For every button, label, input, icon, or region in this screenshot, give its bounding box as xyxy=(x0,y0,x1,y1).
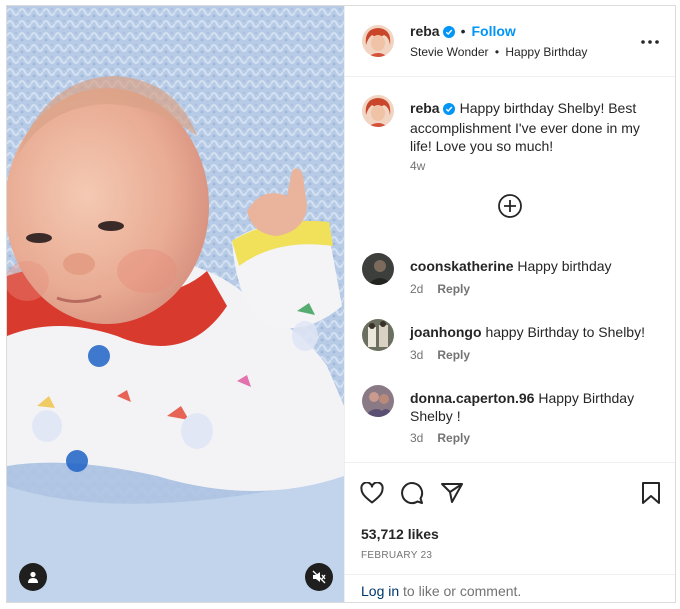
verified-badge-icon xyxy=(442,101,455,119)
user-tag-icon[interactable] xyxy=(19,563,47,591)
muted-speaker-icon[interactable] xyxy=(305,563,333,591)
like-count[interactable]: 53,712 likes xyxy=(361,526,439,542)
comment-age[interactable]: 2d xyxy=(410,282,423,296)
caption-row: reba Happy birthday Shelby! Best accompli… xyxy=(345,95,675,185)
audio-location-line: Stevie Wonder • Happy Birthday xyxy=(410,45,587,59)
post-actions: 53,712 likes FEBRUARY 23 Log in to like … xyxy=(345,462,675,602)
comment-row: coonskatherine Happy birthday 2d Reply xyxy=(345,253,675,301)
comment-username[interactable]: joanhongo xyxy=(410,324,482,340)
comment-meta: 2d Reply xyxy=(410,282,470,296)
comment-body: Happy birthday xyxy=(517,258,612,274)
login-link[interactable]: Log in xyxy=(361,583,399,599)
audio-link[interactable]: Stevie Wonder xyxy=(410,45,489,59)
plus-circle-icon[interactable] xyxy=(497,193,523,219)
comment-username[interactable]: coonskatherine xyxy=(410,258,513,274)
location-link[interactable]: Happy Birthday xyxy=(505,45,587,59)
comment-icon[interactable] xyxy=(399,480,425,506)
reply-button[interactable]: Reply xyxy=(437,348,470,362)
post-details-panel: reba • Follow Stevie Wonder • Happy Birthd… xyxy=(344,6,675,602)
comment-row: donna.caperton.96 Happy Birthday Shelby … xyxy=(345,385,675,451)
comment-username[interactable]: donna.caperton.96 xyxy=(410,390,534,406)
reply-button[interactable]: Reply xyxy=(437,282,470,296)
login-prompt-text: to like or comment. xyxy=(403,583,522,599)
comment-row: joanhongo happy Birthday to Shelby! 3d Re… xyxy=(345,319,675,367)
post-media[interactable] xyxy=(7,6,344,602)
comment-meta: 3d Reply xyxy=(410,348,470,362)
comment-text: donna.caperton.96 Happy Birthday Shelby … xyxy=(410,389,660,425)
comment-age[interactable]: 3d xyxy=(410,431,423,445)
caption-author[interactable]: reba xyxy=(410,100,440,116)
login-prompt: Log in to like or comment. xyxy=(345,574,675,602)
post-dialog: reba • Follow Stevie Wonder • Happy Birthd… xyxy=(6,5,676,603)
comment-text: coonskatherine Happy birthday xyxy=(410,257,660,275)
comment-body: happy Birthday to Shelby! xyxy=(485,324,645,340)
follow-button[interactable]: Follow xyxy=(471,23,515,39)
comments-list[interactable]: reba Happy birthday Shelby! Best accompli… xyxy=(345,77,675,461)
baby-photo xyxy=(7,6,344,602)
avatar[interactable] xyxy=(362,25,394,57)
more-options-icon[interactable] xyxy=(638,30,662,54)
avatar[interactable] xyxy=(362,319,394,351)
comment-age[interactable]: 3d xyxy=(410,348,423,362)
avatar[interactable] xyxy=(362,95,394,127)
separator-dot: • xyxy=(460,23,466,39)
avatar[interactable] xyxy=(362,385,394,417)
verified-badge-icon xyxy=(442,25,455,43)
audio-separator: • xyxy=(494,45,500,59)
heart-icon[interactable] xyxy=(359,480,385,506)
caption-age[interactable]: 4w xyxy=(410,159,425,173)
post-header: reba • Follow Stevie Wonder • Happy Birthd… xyxy=(345,6,675,77)
share-icon[interactable] xyxy=(439,480,465,506)
reply-button[interactable]: Reply xyxy=(437,431,470,445)
comment-text: joanhongo happy Birthday to Shelby! xyxy=(410,323,660,341)
comment-meta: 3d Reply xyxy=(410,431,470,445)
author-username[interactable]: reba xyxy=(410,23,440,39)
caption-text: reba Happy birthday Shelby! Best accompli… xyxy=(410,99,660,155)
bookmark-icon[interactable] xyxy=(638,480,664,506)
post-date[interactable]: FEBRUARY 23 xyxy=(361,550,432,561)
avatar[interactable] xyxy=(362,253,394,285)
